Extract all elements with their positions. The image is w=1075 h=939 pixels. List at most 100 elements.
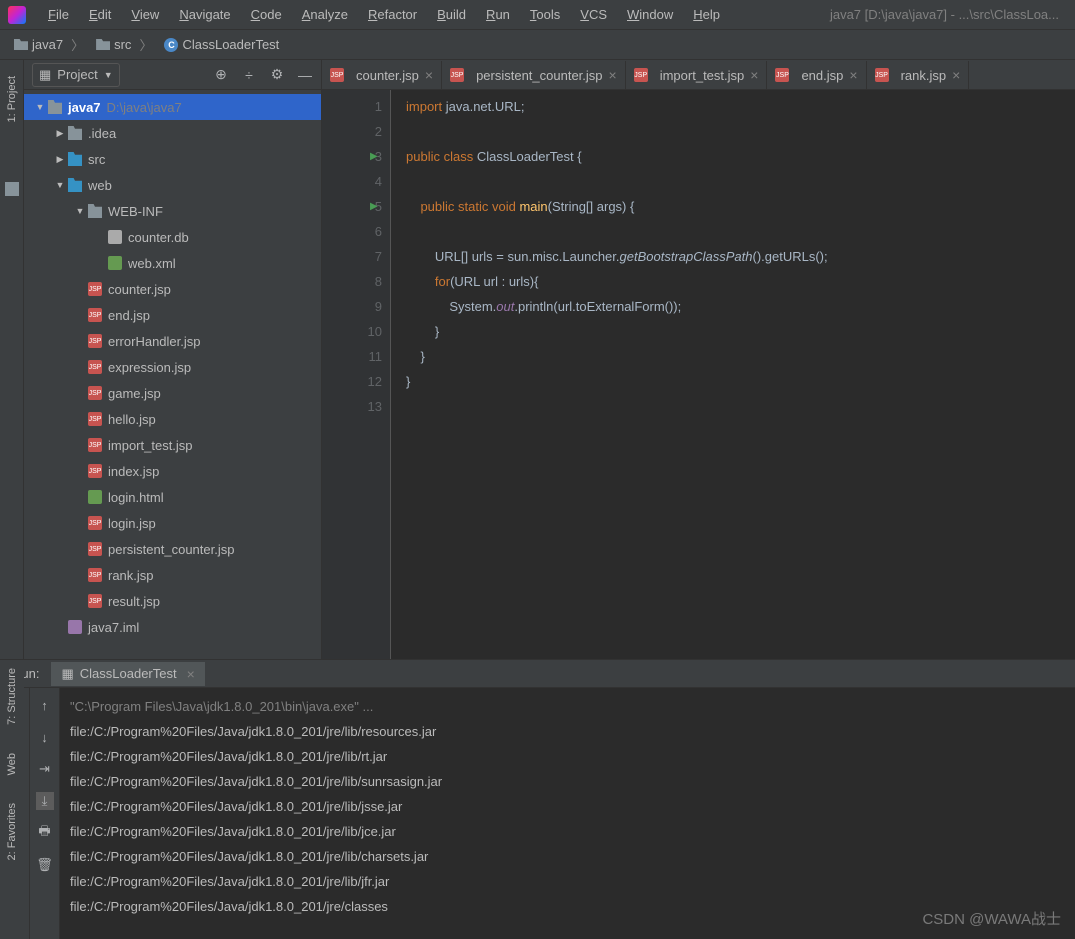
close-icon[interactable]: × xyxy=(952,67,960,83)
close-icon[interactable]: × xyxy=(750,67,758,83)
file-icon[interactable] xyxy=(5,182,19,196)
menu-analyze[interactable]: Analyze xyxy=(292,3,358,26)
close-icon[interactable]: × xyxy=(849,67,857,83)
tree-item[interactable]: JSPcounter.jsp xyxy=(24,276,321,302)
code-line[interactable] xyxy=(406,169,1075,194)
tree-item[interactable]: ▼java7D:\java\java7 xyxy=(24,94,321,120)
tree-arrow-icon[interactable]: ▼ xyxy=(72,206,88,216)
editor-tab[interactable]: JSPend.jsp× xyxy=(767,61,866,89)
tree-arrow-icon[interactable]: ▶ xyxy=(52,128,68,139)
code-line[interactable] xyxy=(406,394,1075,419)
tree-item[interactable]: counter.db xyxy=(24,224,321,250)
tree-item[interactable]: JSPgame.jsp xyxy=(24,380,321,406)
breadcrumb-classloadertest[interactable]: CClassLoaderTest xyxy=(158,35,285,54)
menu-view[interactable]: View xyxy=(121,3,169,26)
run-output[interactable]: "C:\Program Files\Java\jdk1.8.0_201\bin\… xyxy=(60,688,1075,939)
tree-item[interactable]: JSPhello.jsp xyxy=(24,406,321,432)
tab-label: rank.jsp xyxy=(901,68,947,83)
tree-item[interactable]: ▶.idea xyxy=(24,120,321,146)
jsp-icon: JSP xyxy=(88,334,102,348)
editor-tab[interactable]: JSPpersistent_counter.jsp× xyxy=(442,61,626,89)
tree-item[interactable]: JSPresult.jsp xyxy=(24,588,321,614)
project-panel: ▦ Project ▼ ⊕ ÷ ⚙ — ▼java7D:\java\java7▶… xyxy=(24,60,322,659)
tree-label: counter.jsp xyxy=(108,282,171,297)
menu-help[interactable]: Help xyxy=(683,3,730,26)
editor-body[interactable]: 123▶45▶678910111213 import java.net.URL;… xyxy=(322,90,1075,659)
tree-item[interactable]: JSPend.jsp xyxy=(24,302,321,328)
tool-web-button[interactable]: Web xyxy=(4,745,20,783)
menu-refactor[interactable]: Refactor xyxy=(358,3,427,26)
menu-file[interactable]: File xyxy=(38,3,79,26)
menu-edit[interactable]: Edit xyxy=(79,3,121,26)
scroll-button[interactable]: ⤓ xyxy=(36,792,54,810)
up-button[interactable]: ↑ xyxy=(36,696,54,714)
breadcrumb-src[interactable]: src〉 xyxy=(90,33,158,56)
clear-button[interactable]: 🗑 xyxy=(36,856,54,874)
jsp-icon: JSP xyxy=(88,386,102,400)
close-icon[interactable]: × xyxy=(609,67,617,83)
tree-item[interactable]: ▶src xyxy=(24,146,321,172)
tree-item[interactable]: web.xml xyxy=(24,250,321,276)
tree-item[interactable]: ▼web xyxy=(24,172,321,198)
code-area[interactable]: import java.net.URL; public class ClassLo… xyxy=(390,90,1075,659)
tree-item[interactable]: JSPpersistent_counter.jsp xyxy=(24,536,321,562)
tree-item[interactable]: JSPrank.jsp xyxy=(24,562,321,588)
menu-run[interactable]: Run xyxy=(476,3,520,26)
print-button[interactable]: 🖶 xyxy=(36,824,54,842)
close-icon[interactable]: × xyxy=(187,666,195,682)
down-button[interactable]: ↓ xyxy=(36,728,54,746)
menu-tools[interactable]: Tools xyxy=(520,3,570,26)
menu-navigate[interactable]: Navigate xyxy=(169,3,240,26)
tree-item[interactable]: login.html xyxy=(24,484,321,510)
run-marker-icon[interactable]: ▶ xyxy=(370,201,378,212)
code-line[interactable] xyxy=(406,119,1075,144)
close-icon[interactable]: × xyxy=(425,67,433,83)
tree-arrow-icon[interactable]: ▼ xyxy=(32,102,48,112)
collapse-icon[interactable]: ÷ xyxy=(241,67,257,83)
tool-project-button[interactable]: 1: Project xyxy=(4,68,20,130)
tree-item[interactable]: java7.iml xyxy=(24,614,321,640)
tree-item[interactable]: JSPerrorHandler.jsp xyxy=(24,328,321,354)
minimize-icon[interactable]: — xyxy=(297,67,313,83)
tree-item[interactable]: ▼ WEB-INF xyxy=(24,198,321,224)
code-line[interactable] xyxy=(406,219,1075,244)
run-marker-icon[interactable]: ▶ xyxy=(370,151,378,162)
code-line[interactable]: } xyxy=(406,344,1075,369)
menu-build[interactable]: Build xyxy=(427,3,476,26)
project-view-selector[interactable]: ▦ Project ▼ xyxy=(32,63,120,87)
editor-tab[interactable]: JSPcounter.jsp× xyxy=(322,61,442,89)
editor-tab[interactable]: JSPimport_test.jsp× xyxy=(626,61,768,89)
code-line[interactable]: public static void main(String[] args) { xyxy=(406,194,1075,219)
code-line[interactable]: import java.net.URL; xyxy=(406,94,1075,119)
menu-vcs[interactable]: VCS xyxy=(570,3,617,26)
margin-line xyxy=(390,90,391,659)
html-icon xyxy=(88,490,102,504)
code-line[interactable]: System.out.println(url.toExternalForm())… xyxy=(406,294,1075,319)
code-line[interactable]: } xyxy=(406,319,1075,344)
gear-icon[interactable]: ⚙ xyxy=(269,67,285,83)
code-line[interactable]: } xyxy=(406,369,1075,394)
code-line[interactable]: URL[] urls = sun.misc.Launcher.getBootst… xyxy=(406,244,1075,269)
editor-tab[interactable]: JSPrank.jsp× xyxy=(867,61,970,89)
breadcrumb-java7[interactable]: java7〉 xyxy=(8,33,90,56)
menu-window[interactable]: Window xyxy=(617,3,683,26)
locate-icon[interactable]: ⊕ xyxy=(213,67,229,83)
tree-item[interactable]: JSPexpression.jsp xyxy=(24,354,321,380)
tool-favorites-button[interactable]: 2: Favorites xyxy=(4,795,20,868)
tool-structure-button[interactable]: 7: Structure xyxy=(4,660,20,733)
jsp-icon: JSP xyxy=(88,412,102,426)
code-line[interactable]: public class ClassLoaderTest { xyxy=(406,144,1075,169)
tree-arrow-icon[interactable]: ▼ xyxy=(52,180,68,190)
project-tree[interactable]: ▼java7D:\java\java7▶.idea▶src▼web▼WEB-IN… xyxy=(24,90,321,659)
tree-item[interactable]: JSPlogin.jsp xyxy=(24,510,321,536)
tree-item[interactable]: JSPimport_test.jsp xyxy=(24,432,321,458)
run-tab[interactable]: ▦ ClassLoaderTest × xyxy=(51,662,204,686)
tree-arrow-icon[interactable]: ▶ xyxy=(52,154,68,165)
code-line[interactable]: for(URL url : urls){ xyxy=(406,269,1075,294)
line-number: 2 xyxy=(322,119,390,144)
tree-item[interactable]: JSPindex.jsp xyxy=(24,458,321,484)
menu-code[interactable]: Code xyxy=(241,3,292,26)
chevron-down-icon: ▼ xyxy=(104,70,113,80)
tree-label: WEB-INF xyxy=(108,204,163,219)
wrap-button[interactable]: ⇥ xyxy=(36,760,54,778)
